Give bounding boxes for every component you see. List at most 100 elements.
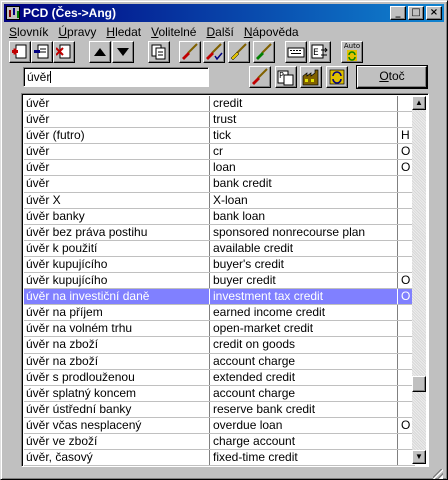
- svg-text:E: E: [313, 48, 319, 58]
- menu-label: pravy: [67, 25, 97, 39]
- keyboard-icon: [287, 47, 305, 58]
- english-term: loan: [210, 160, 398, 176]
- table-row[interactable]: úvěr bez práva postihu sponsored nonrecou…: [24, 224, 415, 241]
- table-row[interactable]: úvěr k použití available credit: [24, 240, 415, 257]
- delete-entry-icon: [56, 44, 71, 59]
- table-row[interactable]: úvěr ve zboží charge account: [24, 433, 415, 451]
- app-chart-icon[interactable]: [6, 6, 20, 20]
- menu-volitelne[interactable]: Volitelné: [146, 23, 201, 41]
- close-button[interactable]: ×: [426, 6, 442, 20]
- otoc-label: toč: [388, 69, 405, 83]
- menu-slovnik[interactable]: Slovník: [4, 23, 53, 41]
- menu-label: ápověda: [252, 25, 299, 39]
- title-bar[interactable]: PCD (Čes->Ang) _ □ ×: [4, 4, 444, 22]
- table-row[interactable]: úvěr cr O: [24, 144, 415, 161]
- dictionary-list[interactable]: úvěr credit úvěr trust úvěr (futro) tick Húvěr…: [21, 93, 429, 467]
- maximize-button[interactable]: □: [408, 6, 424, 20]
- factory-button[interactable]: [300, 66, 322, 88]
- brush-icon: [252, 68, 268, 85]
- menu-upravy[interactable]: Úpravy: [53, 23, 101, 41]
- table-row[interactable]: úvěr s prodlouženou extended credit: [24, 369, 415, 386]
- copy-entry-button[interactable]: [148, 41, 170, 63]
- table-row[interactable]: úvěr na zboží account charge: [24, 353, 415, 370]
- table-row[interactable]: úvěr credit: [24, 96, 415, 113]
- edit-entry-button[interactable]: [31, 41, 53, 63]
- brush-check-button[interactable]: [203, 41, 225, 63]
- paste-button[interactable]: P: [275, 66, 297, 88]
- czech-term: úvěr ústřední banky: [24, 401, 210, 417]
- table-row[interactable]: úvěr (futro) tick H: [24, 128, 415, 145]
- table-row[interactable]: úvěr ústřední banky reserve bank credit: [24, 401, 415, 418]
- table-row[interactable]: úvěr na volném trhu open-market credit: [24, 321, 415, 338]
- english-term: account charge: [210, 385, 398, 401]
- table-row[interactable]: úvěr loan O: [24, 160, 415, 177]
- menu-accel: S: [9, 25, 18, 39]
- menu-dalsi[interactable]: Další: [201, 23, 238, 41]
- czech-term: úvěr k použití: [24, 240, 210, 256]
- auto-button[interactable]: Auto: [341, 41, 363, 63]
- menu-label: alší: [215, 25, 234, 39]
- english-term: credit: [210, 96, 398, 112]
- app-window: PCD (Čes->Ang) _ □ × Slovník Úpravy Hled…: [0, 0, 448, 480]
- table-row[interactable]: úvěr, časový fixed-time credit: [24, 450, 415, 466]
- delete-entry-button[interactable]: [53, 41, 75, 63]
- table-row[interactable]: úvěr včas nesplacený overdue loan O: [24, 417, 415, 434]
- menu-napoveda[interactable]: Nápověda: [239, 23, 304, 41]
- czech-term: úvěr ve zboží: [24, 433, 210, 450]
- keyboard-button[interactable]: [285, 41, 307, 63]
- english-term: earned income credit: [210, 305, 398, 321]
- exchange-icon: E: [311, 44, 328, 59]
- table-row[interactable]: úvěr na zboží credit on goods: [24, 337, 415, 354]
- scroll-up-button[interactable]: ▲: [412, 96, 426, 110]
- brush-green-button[interactable]: [253, 41, 275, 63]
- brush-red-button[interactable]: [179, 41, 201, 63]
- table-row[interactable]: úvěr bank credit: [24, 176, 415, 193]
- brush-red-icon: [182, 43, 198, 60]
- move-up-button[interactable]: [89, 41, 111, 63]
- svg-text:P: P: [279, 71, 284, 80]
- exchange-button[interactable]: E: [309, 41, 331, 63]
- czech-term: úvěr, časový: [24, 450, 210, 466]
- czech-term: úvěr: [24, 176, 210, 192]
- table-row[interactable]: úvěr kupujícího buyer's credit: [24, 256, 415, 274]
- english-term: bank loan: [210, 208, 398, 224]
- new-entry-button[interactable]: [9, 41, 31, 63]
- english-term: sponsored nonrecourse plan: [210, 224, 398, 240]
- arrow-up-icon: [94, 48, 106, 56]
- menu-hledat[interactable]: Hledat: [101, 23, 146, 41]
- brush-yellow-button[interactable]: [228, 41, 250, 63]
- brush-red-check-icon: [206, 43, 223, 61]
- table-row[interactable]: úvěr kupujícího buyer credit O: [24, 273, 415, 290]
- czech-term: úvěr X: [24, 192, 210, 208]
- search-input[interactable]: úvěr: [23, 67, 209, 87]
- english-term: fixed-time credit: [210, 450, 398, 466]
- status-bar: [4, 469, 444, 479]
- table-row[interactable]: úvěr X X-loan: [24, 192, 415, 209]
- scroll-down-button[interactable]: ▼: [412, 450, 426, 464]
- table-row[interactable]: úvěr na investiční daně investment tax cr…: [24, 289, 415, 306]
- czech-term: úvěr splatný koncem: [24, 385, 210, 401]
- dictionary-rows: úvěr credit úvěr trust úvěr (futro) tick Húvěr…: [24, 96, 415, 466]
- refresh-list-button[interactable]: [326, 66, 348, 88]
- czech-term: úvěr kupujícího: [24, 273, 210, 289]
- scroll-thumb[interactable]: [412, 376, 426, 392]
- move-down-button[interactable]: [112, 41, 134, 63]
- minimize-button[interactable]: _: [390, 6, 406, 20]
- otoc-button[interactable]: Otoč: [357, 66, 427, 88]
- czech-term: úvěr: [24, 144, 210, 160]
- resize-grip-icon[interactable]: [433, 469, 443, 479]
- copy-entry-icon: [151, 44, 166, 60]
- czech-term: úvěr na volném trhu: [24, 321, 210, 337]
- czech-term: úvěr: [24, 112, 210, 128]
- english-term: X-loan: [210, 192, 398, 208]
- english-term: account charge: [210, 353, 398, 369]
- english-term: available credit: [210, 240, 398, 256]
- search-brush-button[interactable]: [249, 66, 271, 88]
- table-row[interactable]: úvěr trust: [24, 112, 415, 129]
- czech-term: úvěr na zboží: [24, 337, 210, 353]
- arrow-down-icon: [117, 48, 129, 56]
- table-row[interactable]: úvěr banky bank loan: [24, 208, 415, 225]
- table-row[interactable]: úvěr splatný koncem account charge: [24, 385, 415, 402]
- vertical-scrollbar[interactable]: ▲ ▼: [412, 96, 426, 464]
- table-row[interactable]: úvěr na příjem earned income credit: [24, 305, 415, 322]
